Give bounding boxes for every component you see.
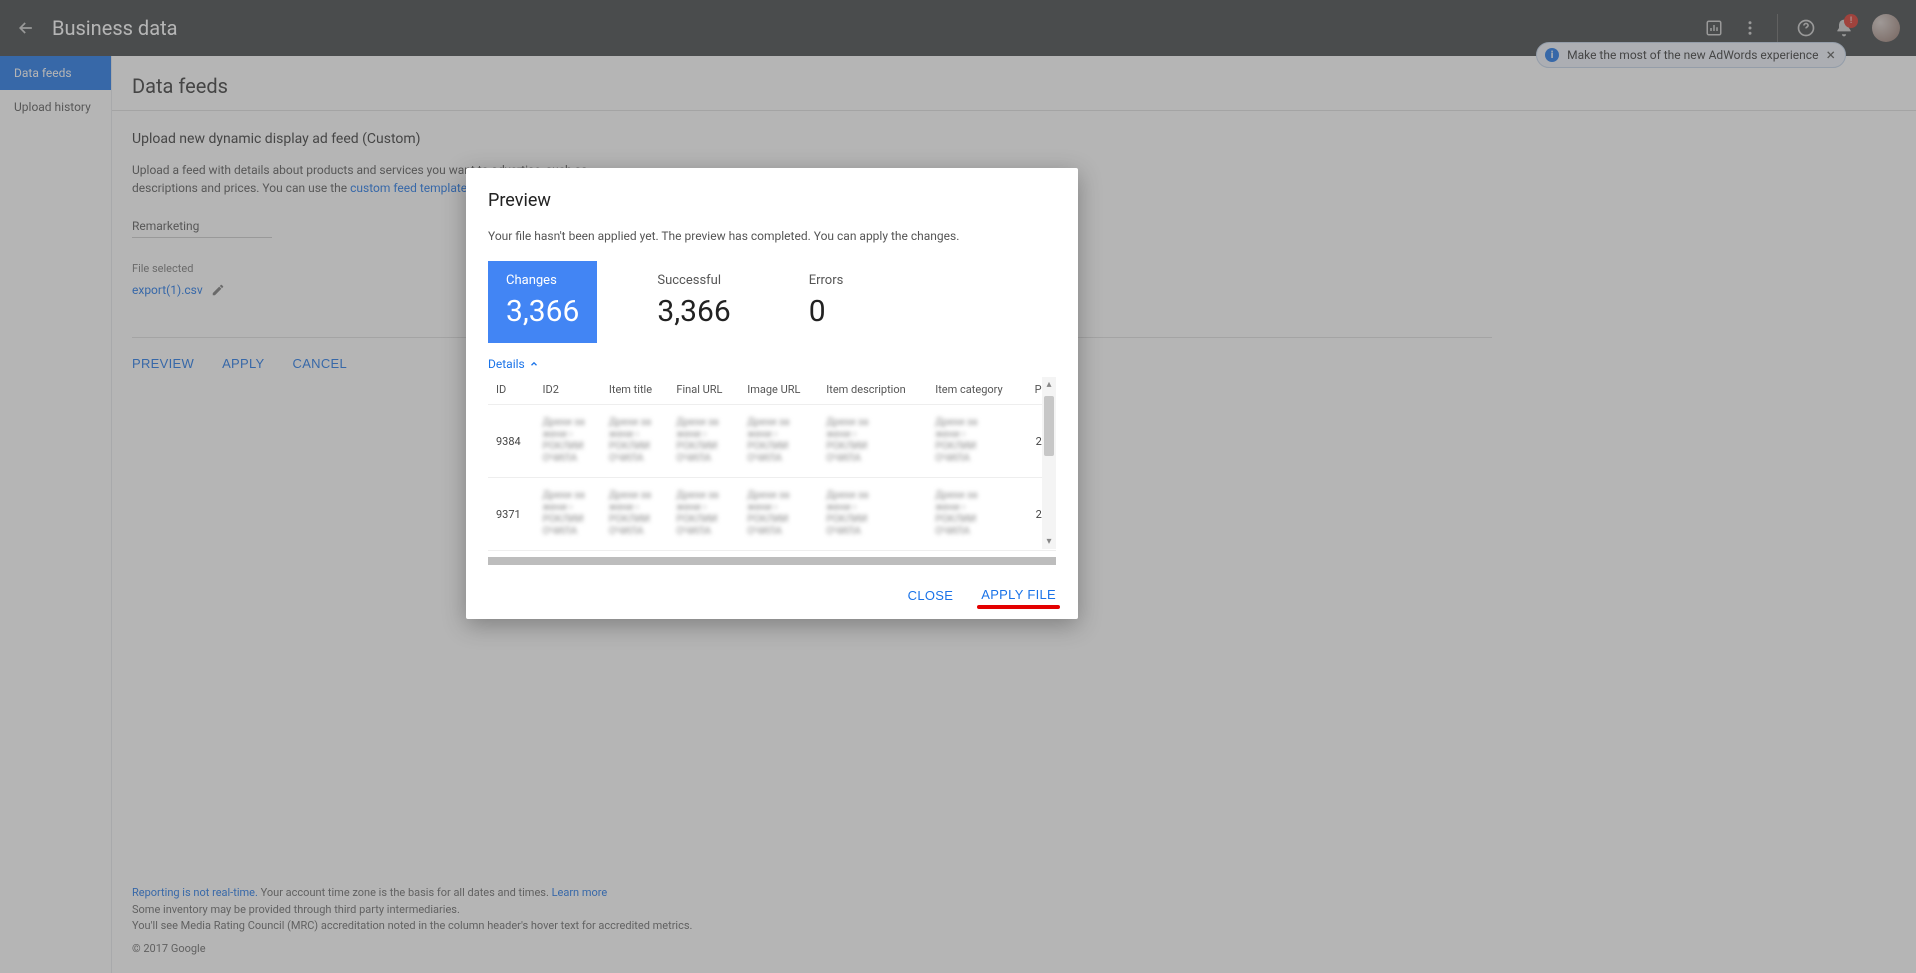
col-final-url: Final URL — [668, 377, 739, 405]
col-item-description: Item description — [818, 377, 927, 405]
cell-id: 9384 — [488, 405, 534, 478]
col-id2: ID2 — [534, 377, 600, 405]
cell-id2: Дрехи зажени ›РОКЛИИОЧИЛА — [534, 551, 600, 558]
preview-table-container: ID ID2 Item title Final URL Image URL It… — [488, 377, 1056, 557]
stat-label: Successful — [657, 273, 730, 288]
scroll-down-icon[interactable]: ▾ — [1044, 534, 1053, 549]
stat-label: Errors — [809, 273, 844, 288]
cell-item-description: Дрехи зажени ›РОКЛИИОЧИЛА — [818, 551, 927, 558]
stat-value: 3,366 — [657, 294, 730, 329]
cell-item-category: Дрехи зажени ›РОКЛИИОЧИЛА — [927, 405, 1022, 478]
stat-card-errors[interactable]: Errors 0 — [791, 261, 862, 343]
table-header-row: ID ID2 Item title Final URL Image URL It… — [488, 377, 1056, 405]
cell-id2: Дрехи зажени ›РОКЛИИОЧИЛА — [534, 478, 600, 551]
horizontal-scrollbar[interactable] — [488, 557, 1056, 565]
cell-id: 9302 — [488, 551, 534, 558]
scroll-up-icon[interactable]: ▴ — [1044, 377, 1053, 392]
cell-item-category: Дрехи зажени ›РОКЛИИОЧИЛА — [927, 478, 1022, 551]
table-row: 9371Дрехи зажени ›РОКЛИИОЧИЛАДрехи зажен… — [488, 478, 1056, 551]
table-row: 9384Дрехи зажени ›РОКЛИИОЧИЛАДрехи зажен… — [488, 405, 1056, 478]
cell-image-url: Дрехи зажени ›РОКЛИИОЧИЛА — [739, 405, 818, 478]
cell-item-title: Дрехи зажени ›РОКЛИИОЧИЛА — [601, 405, 669, 478]
modal-apply-file-button[interactable]: APPLY FILE — [981, 587, 1056, 602]
cell-item-description: Дрехи зажени ›РОКЛИИОЧИЛА — [818, 478, 927, 551]
modal-subtitle: Your file hasn't been applied yet. The p… — [488, 229, 1056, 243]
stat-value: 3,366 — [506, 294, 579, 329]
modal-close-button[interactable]: CLOSE — [908, 588, 954, 603]
stat-label: Changes — [506, 273, 579, 288]
cell-price: 57 — [1022, 551, 1056, 558]
cell-id: 9371 — [488, 478, 534, 551]
cell-final-url: Дрехи зажени ›РОКЛИИОЧИЛА — [668, 478, 739, 551]
preview-table: ID ID2 Item title Final URL Image URL It… — [488, 377, 1056, 557]
cell-final-url: Дрехи зажени ›РОКЛИИОЧИЛА — [668, 551, 739, 558]
chevron-up-icon — [529, 359, 539, 369]
col-item-title: Item title — [601, 377, 669, 405]
col-image-url: Image URL — [739, 377, 818, 405]
cell-item-description: Дрехи зажени ›РОКЛИИОЧИЛА — [818, 405, 927, 478]
vertical-scrollbar[interactable]: ▴ ▾ — [1042, 377, 1056, 549]
modal-title: Preview — [488, 190, 1056, 211]
cell-final-url: Дрехи зажени ›РОКЛИИОЧИЛА — [668, 405, 739, 478]
cell-image-url: Дрехи зажени ›РОКЛИИОЧИЛА — [739, 478, 818, 551]
stat-card-successful[interactable]: Successful 3,366 — [639, 261, 748, 343]
stat-value: 0 — [809, 294, 844, 329]
cell-image-url: Дрехи зажени ›РОКЛИИОЧИЛА — [739, 551, 818, 558]
col-id: ID — [488, 377, 534, 405]
cell-item-category: Дрехи зажени ›РОКЛИИОЧИЛА — [927, 551, 1022, 558]
preview-modal: Preview Your file hasn't been applied ye… — [466, 168, 1078, 619]
cell-item-title: Дрехи зажени ›РОКЛИИОЧИЛА — [601, 478, 669, 551]
stat-card-changes[interactable]: Changes 3,366 — [488, 261, 597, 343]
col-item-category: Item category — [927, 377, 1022, 405]
details-toggle[interactable]: Details — [488, 357, 1056, 371]
scrollbar-thumb[interactable] — [1044, 396, 1054, 456]
cell-id2: Дрехи зажени ›РОКЛИИОЧИЛА — [534, 405, 600, 478]
details-label: Details — [488, 357, 525, 371]
cell-item-title: Дрехи зажени ›РОКЛИИОЧИЛА — [601, 551, 669, 558]
table-row: 9302Дрехи зажени ›РОКЛИИОЧИЛАДрехи зажен… — [488, 551, 1056, 558]
